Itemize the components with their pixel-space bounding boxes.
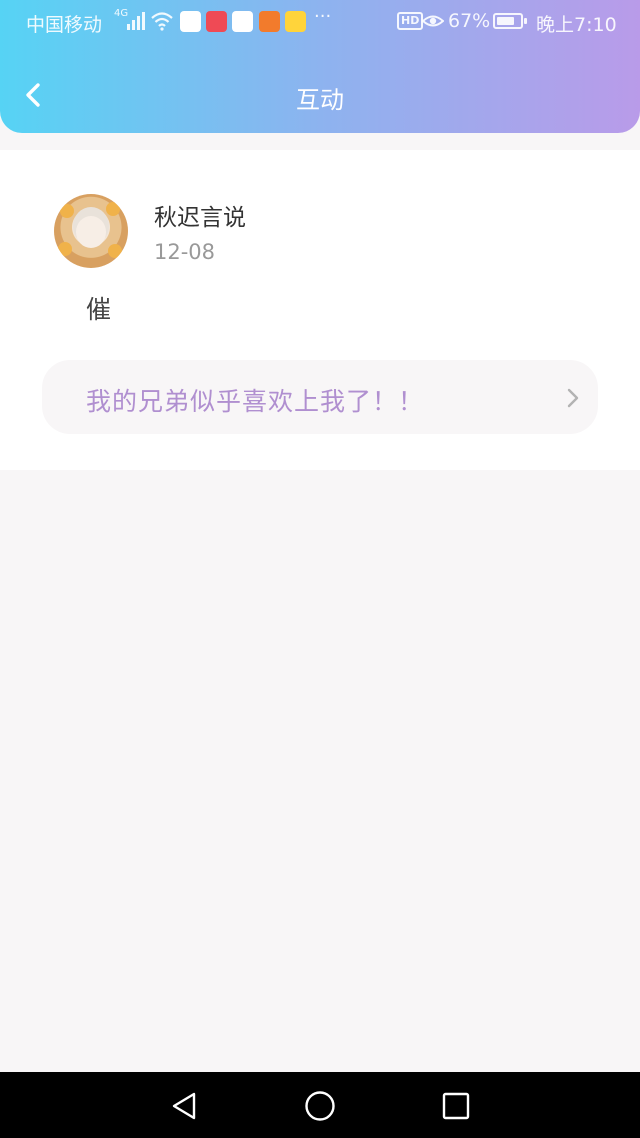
comment-text: 催 <box>86 295 112 324</box>
post-link-button[interactable]: 我的兄弟似乎喜欢上我了！！ <box>42 360 598 434</box>
interaction-card: 秋迟言说 12-08 催 我的兄弟似乎喜欢上我了！！ <box>0 150 640 470</box>
status-bar: 中国移动 4G ··· HD 67% 晚上7:10 <box>0 0 640 44</box>
game-app-icon <box>285 11 306 32</box>
wifi-icon <box>151 12 173 31</box>
header: 中国移动 4G ··· HD 67% 晚上7:10 互动 <box>0 0 640 133</box>
huawei-app-icon <box>206 11 227 32</box>
chevron-right-icon <box>567 388 579 408</box>
comic-app-icon <box>232 11 253 32</box>
avatar[interactable] <box>54 194 128 268</box>
hd-badge: HD <box>397 12 424 30</box>
signal-icon <box>127 12 145 30</box>
battery-percentage: 67% <box>448 10 491 32</box>
page-title: 互动 <box>296 86 344 114</box>
back-triangle-icon[interactable] <box>164 1086 204 1126</box>
clock: 晚上7:10 <box>536 14 617 36</box>
eye-comfort-icon <box>422 15 444 27</box>
system-navigation-bar <box>0 1072 640 1138</box>
youku-app-icon <box>180 11 201 32</box>
username[interactable]: 秋迟言说 <box>154 198 246 232</box>
video-app-icon <box>259 11 280 32</box>
recents-square-icon[interactable] <box>436 1086 476 1126</box>
more-notifications-icon: ··· <box>314 6 332 27</box>
comment-date: 12-08 <box>154 240 216 264</box>
post-title: 我的兄弟似乎喜欢上我了！！ <box>86 387 425 416</box>
app-screen: 中国移动 4G ··· HD 67% 晚上7:10 互动 秋迟言说 12-08 … <box>0 0 640 1138</box>
carrier-label: 中国移动 <box>26 14 103 36</box>
home-circle-icon[interactable] <box>300 1086 340 1126</box>
battery-icon <box>493 13 527 29</box>
